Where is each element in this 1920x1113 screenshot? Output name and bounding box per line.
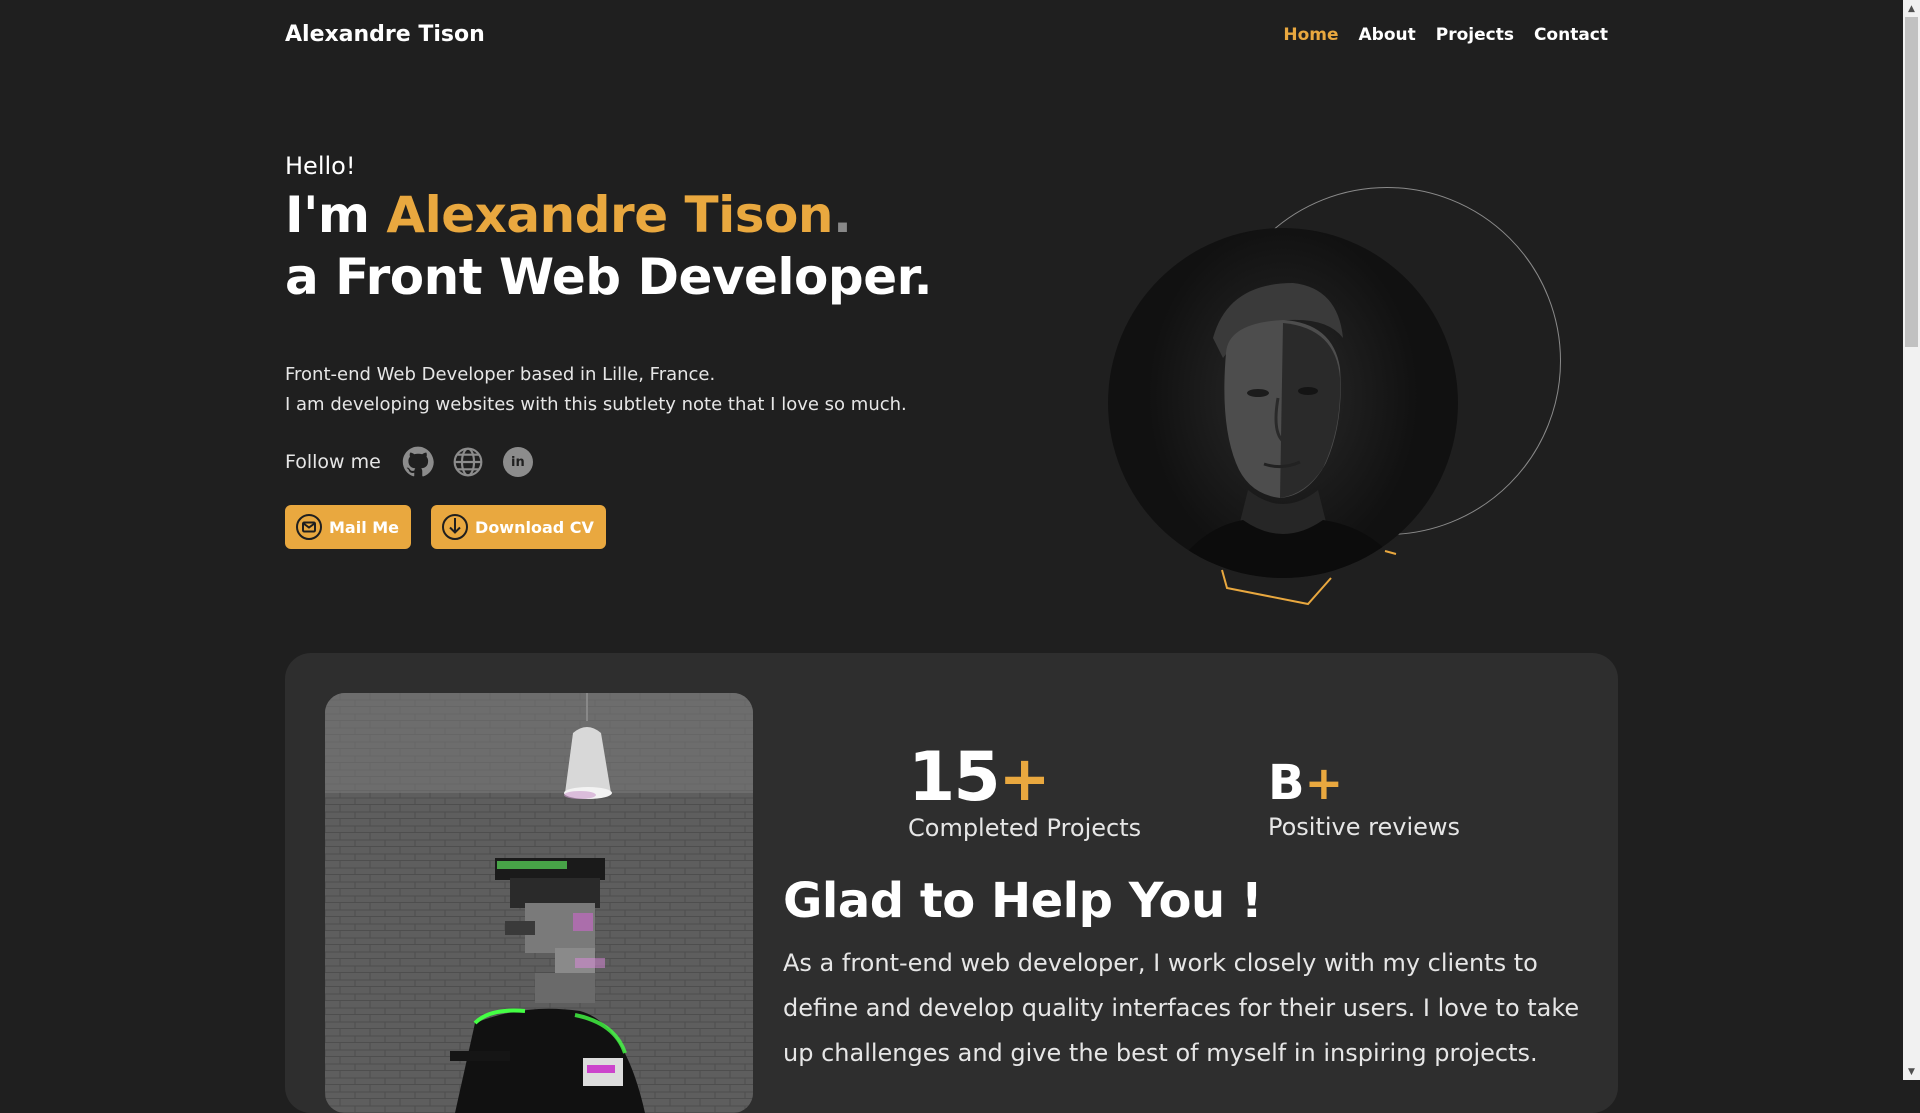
follow-label: Follow me	[285, 451, 381, 473]
nav-link-about[interactable]: About	[1359, 25, 1416, 45]
download-icon	[441, 513, 469, 541]
github-icon[interactable]	[401, 445, 435, 479]
linkedin-icon[interactable]: in	[501, 445, 535, 479]
stat-value: B	[1268, 755, 1305, 811]
hero-name: Alexandre Tison	[386, 186, 833, 244]
nav-link-projects[interactable]: Projects	[1436, 25, 1514, 45]
about-title: Glad to Help You !	[783, 873, 1263, 929]
hero-greeting: Hello!	[285, 152, 356, 180]
mail-me-label: Mail Me	[329, 517, 400, 537]
globe-icon[interactable]	[451, 445, 485, 479]
stat-suffix: +	[1304, 756, 1344, 810]
glitch-photo	[325, 693, 753, 1113]
download-cv-button[interactable]: Download CV	[431, 505, 606, 549]
mail-me-button[interactable]: Mail Me	[285, 505, 412, 549]
navbar: Alexandre Tison Home About Projects Cont…	[285, 22, 1608, 54]
hero-desc-line-2: I am developing websites with this subtl…	[285, 394, 907, 415]
hero-role: a Front Web Developer.	[285, 248, 933, 306]
about-paragraph: As a front-end web developer, I work clo…	[783, 949, 1580, 1067]
mail-icon	[295, 513, 323, 541]
linkedin-glyph: in	[502, 447, 533, 477]
scrollbar-thumb[interactable]	[1905, 17, 1918, 347]
decorative-hexagon-line	[1221, 550, 1397, 606]
download-cv-label: Download CV	[475, 517, 594, 537]
about-card: 15+ Completed Projects B+ Positive revie…	[285, 653, 1618, 1113]
nav-link-contact[interactable]: Contact	[1534, 25, 1608, 45]
hero-description: Front-end Web Developer based in Lille, …	[285, 360, 907, 420]
hero-heading: I'm Alexandre Tison. a Front Web Develop…	[285, 184, 933, 308]
hero-desc-line-1: Front-end Web Developer based in Lille, …	[285, 364, 716, 385]
scroll-up-arrow-icon[interactable]: ▲	[1903, 0, 1920, 17]
stat-number: 15+	[908, 743, 1141, 814]
stat-number: B+	[1268, 754, 1460, 813]
hero-im: I'm	[285, 186, 387, 244]
page-scrollbar[interactable]: ▲ ▼	[1903, 0, 1920, 1080]
stat-label: Completed Projects	[908, 814, 1142, 842]
stat-completed-projects: 15+ Completed Projects	[908, 743, 1142, 843]
profile-portrait	[1108, 228, 1458, 578]
stat-suffix: +	[998, 742, 1051, 815]
follow-row: Follow me in	[285, 445, 535, 479]
hero-name-dot: .	[832, 186, 852, 244]
hero-buttons: Mail Me Download CV	[285, 505, 606, 549]
site-logo[interactable]: Alexandre Tison	[285, 22, 485, 47]
stat-label: Positive reviews	[1268, 813, 1461, 841]
stat-value: 15	[908, 738, 1001, 817]
nav-link-home[interactable]: Home	[1283, 25, 1338, 45]
scroll-down-arrow-icon[interactable]: ▼	[1903, 1063, 1920, 1080]
nav-links: Home About Projects Contact	[1283, 25, 1608, 45]
stat-positive-reviews: B+ Positive reviews	[1268, 754, 1460, 841]
